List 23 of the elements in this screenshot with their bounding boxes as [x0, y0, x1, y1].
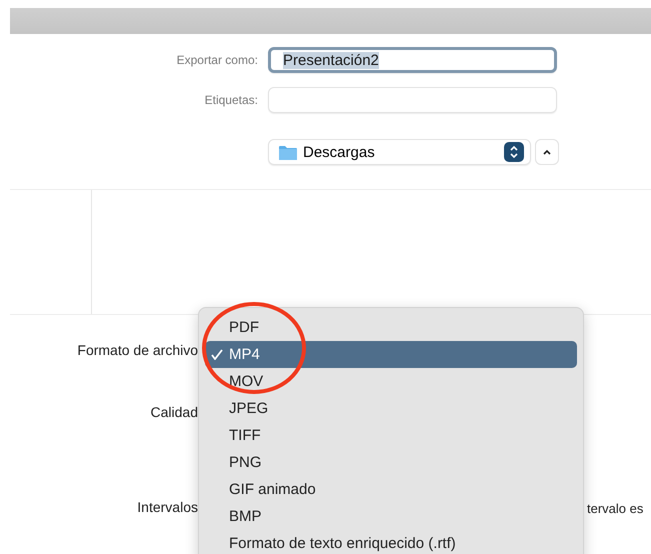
- input-field[interactable]: [268, 87, 557, 113]
- stepper-icon: [504, 142, 524, 162]
- menu-item[interactable]: MOV: [205, 368, 577, 395]
- input-field[interactable]: Presentación2: [268, 47, 557, 73]
- field-label: Exportar como:: [176, 53, 259, 67]
- menu-item[interactable]: PDF: [205, 314, 577, 341]
- option-text: tervalo es: [587, 501, 644, 516]
- checkmark-icon: [211, 349, 223, 360]
- chevron-up-icon: [542, 148, 552, 156]
- menu-item[interactable]: JPEG: [205, 395, 577, 422]
- option-label: Intervalos: [137, 499, 198, 515]
- menu-item[interactable]: GIF animado: [205, 476, 577, 503]
- option-label: Formato de archivo: [77, 342, 198, 358]
- menu-item[interactable]: TIFF: [205, 422, 577, 449]
- menu-item[interactable]: PNG: [205, 449, 577, 476]
- menu-item[interactable]: MP4: [205, 341, 577, 368]
- expand-button[interactable]: [535, 139, 559, 165]
- menu-item[interactable]: Formato de texto enriquecido (.rtf): [205, 530, 577, 554]
- field-label: Etiquetas:: [204, 93, 259, 107]
- option-label: Calidad: [150, 404, 198, 420]
- location-popup[interactable]: Descargas: [268, 139, 531, 165]
- menu-item[interactable]: BMP: [205, 503, 577, 530]
- folder-icon: [279, 144, 297, 160]
